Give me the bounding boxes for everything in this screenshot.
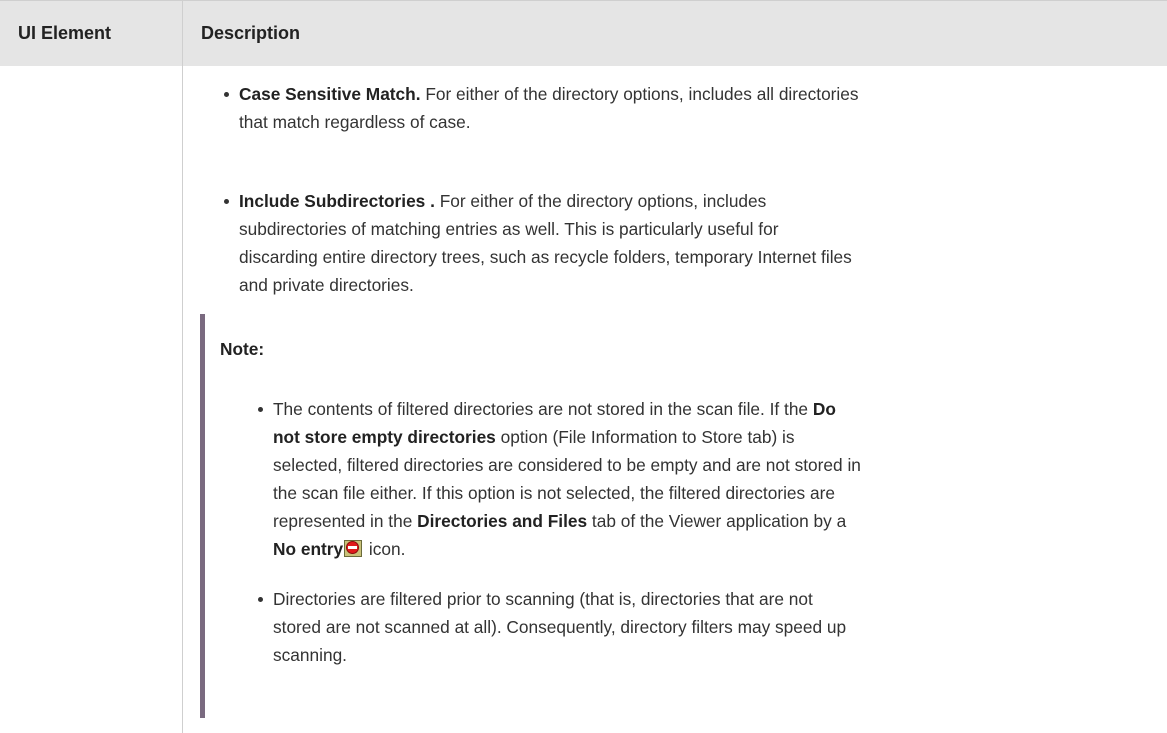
option-text: For either of the directory options, inc… — [420, 84, 859, 104]
ui-element-table: UI Element Description Case Sensitive Ma… — [0, 0, 1167, 733]
bullet-icon — [258, 597, 263, 602]
column-divider — [182, 1, 183, 67]
option-term: Case Sensitive Match. — [239, 84, 421, 104]
note-item-filter-prior-scanning: Directories are filtered prior to scanni… — [258, 585, 1143, 669]
note-text: selected, filtered directories are consi… — [273, 455, 861, 475]
note-bold-text: No entry — [273, 539, 344, 559]
note-accent-bar — [200, 314, 205, 718]
column-header-description: Description — [201, 23, 301, 43]
note-title: Note: — [220, 339, 265, 359]
note-text: The contents of filtered directories are… — [273, 399, 813, 419]
bullet-icon — [224, 199, 229, 204]
option-text: For either of the directory options, inc… — [434, 191, 767, 211]
option-term: Include Subdirectories . — [239, 191, 435, 211]
note-text: represented in the — [273, 511, 418, 531]
option-text: and private directories. — [239, 275, 414, 295]
column-divider — [182, 66, 183, 733]
list-item-case-sensitive-match: Case Sensitive Match. For either of the … — [224, 80, 1144, 136]
note-text: icon. — [364, 539, 406, 559]
no-entry-icon — [344, 540, 363, 557]
note-bold-text: not store empty directories — [273, 427, 496, 447]
option-text: that match regardless of case. — [239, 112, 471, 132]
bullet-icon — [224, 92, 229, 97]
note-bold-text: Directories and Files — [417, 511, 588, 531]
note-text: stored are not scanned at all). Conseque… — [273, 617, 847, 637]
note-item-filtered-contents: The contents of filtered directories are… — [258, 395, 1143, 563]
option-text: discarding entire directory trees, such … — [239, 247, 852, 267]
note-bold-text: Do — [812, 399, 836, 419]
note-text: option (File Information to Store tab) i… — [495, 427, 795, 447]
note-text: tab of the Viewer application by a — [587, 511, 847, 531]
note-text: the scan file either. If this option is … — [273, 483, 835, 503]
note-text: scanning. — [273, 645, 347, 665]
table-header-row: UI Element Description — [0, 0, 1167, 67]
list-item-include-subdirectories: Include Subdirectories . For either of t… — [224, 187, 1144, 299]
bullet-icon — [258, 407, 263, 412]
option-text: subdirectories of matching entries as we… — [239, 219, 779, 239]
column-header-ui-element: UI Element — [18, 23, 112, 43]
note-text: Directories are filtered prior to scanni… — [273, 589, 813, 609]
